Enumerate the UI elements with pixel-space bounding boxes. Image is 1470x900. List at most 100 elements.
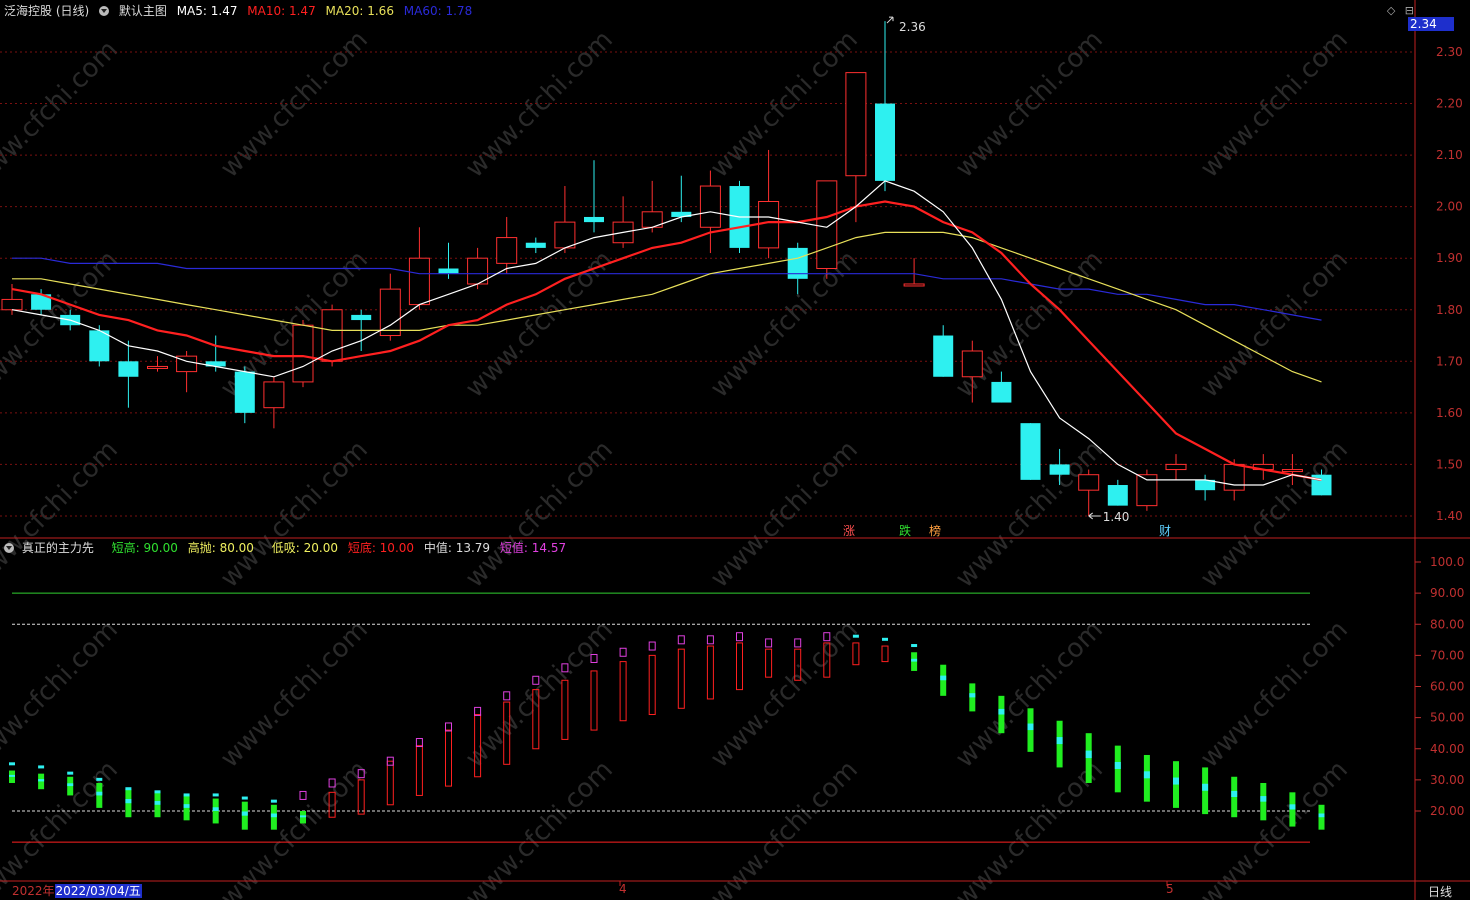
indicator-bar-accent (1056, 737, 1063, 745)
candle-body (263, 381, 285, 409)
mid-label: 中值: 13.79 (423, 541, 491, 555)
short-value-mark (241, 796, 248, 800)
collapse-icon[interactable]: ⊟ (1405, 4, 1414, 17)
current-price-tag: 2.34 (1408, 17, 1454, 31)
indicator-bars (9, 632, 1325, 830)
event-die[interactable]: 跌 (899, 522, 911, 539)
stock-chart[interactable]: www.cfchi.com www.cfchi.com www.cfchi.com w… (0, 0, 1470, 900)
short-value-mark (765, 638, 773, 648)
indicator-name[interactable]: 真正的主力先 (22, 541, 94, 555)
month-tick-5: 5 (1166, 882, 1174, 896)
indicator-bar-accent (1202, 783, 1209, 791)
candle-body (933, 335, 954, 377)
price-tick-label: 1.90 (1436, 251, 1463, 265)
indicator-bar-up (881, 645, 889, 663)
watermark-text: www.cfchi.com (460, 755, 619, 900)
short-value-mark (619, 647, 627, 657)
price-tick-label: 2.00 (1436, 200, 1463, 214)
indicator-tick-label: 100.0 (1430, 555, 1464, 569)
event-cai[interactable]: 财 (1159, 522, 1171, 539)
ma20-label: MA20: 1.66 (325, 4, 394, 18)
chart-name[interactable]: 默认主图 (119, 4, 167, 18)
indicator-bar-up (852, 642, 860, 666)
indicator-bar-up (677, 648, 685, 709)
candle-body (1020, 423, 1041, 480)
indicator-bar-accent (154, 801, 161, 805)
indicator-tick-label: 90.00 (1430, 586, 1464, 600)
watermark-text: www.cfchi.com (0, 435, 124, 594)
indicator-bar-accent (998, 708, 1005, 715)
diamond-icon[interactable]: ◇ (1387, 4, 1395, 17)
ma10-line (11, 200, 1322, 481)
indicator-bar-accent (969, 693, 976, 698)
candle-body (845, 72, 867, 177)
low-buy-label: 低吸: 20.00 (271, 541, 338, 555)
candle-body (961, 350, 983, 378)
price-tick-label: 1.80 (1436, 303, 1463, 317)
date-axis-start: 2022年2022/03/04/五 (12, 882, 142, 899)
short-value-mark (677, 635, 685, 645)
watermark-text: www.cfchi.com (460, 435, 619, 594)
event-bang[interactable]: 榜 (929, 522, 941, 539)
indicator-bar-up (415, 745, 423, 796)
short-value-mark (648, 641, 656, 651)
indicator-tick-label: 30.00 (1430, 773, 1464, 787)
candle-body (758, 200, 780, 249)
candle-body (496, 237, 518, 264)
indicator-bar-accent (911, 658, 918, 662)
indicator-bar-accent (1260, 796, 1267, 802)
indicator-bar-accent (241, 811, 248, 816)
candle-body (554, 221, 576, 249)
indicator-bar-accent (1318, 813, 1325, 818)
indicator-bar-accent (300, 815, 306, 818)
period-selector[interactable]: 日线 (1428, 883, 1452, 900)
candle-body (1, 298, 23, 311)
high-sell-label: 高抛: 80.00 (187, 541, 254, 555)
chart-menu-icon[interactable] (99, 6, 110, 16)
indicator-bar-down (154, 792, 161, 818)
indicator-bar-down (1085, 733, 1092, 783)
watermark-layer: www.cfchi.com www.cfchi.com www.cfchi.com w… (0, 25, 1354, 900)
short-value-mark (736, 632, 743, 642)
indicator-menu-icon[interactable] (4, 543, 14, 553)
watermark-text: www.cfchi.com (0, 35, 124, 194)
event-zhang[interactable]: 涨 (843, 522, 855, 539)
watermark-text: www.cfchi.com (1195, 245, 1354, 404)
watermark-text: www.cfchi.com (950, 25, 1109, 184)
indicator-bar-accent (270, 813, 277, 818)
indicator-bar-down (998, 695, 1005, 734)
watermark-text: www.cfchi.com (950, 245, 1109, 404)
ma60-label: MA60: 1.78 (403, 4, 473, 18)
short-value-mark (96, 777, 103, 781)
indicator-bar-up (386, 760, 394, 806)
short-value-mark (882, 637, 888, 641)
stock-title[interactable]: 泛海控股 (日线) (4, 4, 89, 18)
short-value-mark (706, 635, 714, 645)
short-value-mark (299, 790, 307, 800)
watermark-text: www.cfchi.com (0, 615, 124, 774)
short-val-label: 短值: 14.57 (499, 541, 567, 555)
short-value-mark (154, 790, 161, 794)
short-high-label: 短高: 90.00 (111, 541, 178, 555)
indicator-bar-accent (1085, 750, 1092, 759)
candle-body (1078, 474, 1100, 491)
watermark-text: www.cfchi.com (705, 435, 864, 594)
indicator-bar-accent (96, 791, 103, 796)
candle-body (1165, 463, 1187, 471)
low-arrow (1088, 512, 1101, 520)
watermark-text: www.cfchi.com (705, 245, 864, 404)
watermark-text: www.cfchi.com (1195, 755, 1354, 900)
watermark-text: www.cfchi.com (215, 615, 374, 774)
candle-body (903, 283, 925, 287)
indicator-tick-label: 50.00 (1430, 711, 1464, 725)
candle-body (351, 314, 372, 321)
watermark-text: www.cfchi.com (1195, 25, 1354, 184)
indicator-bar-accent (125, 799, 132, 804)
short-value-mark (38, 765, 45, 769)
indicator-bar-accent (212, 807, 219, 811)
candle-body (525, 242, 546, 248)
price-tick-label: 1.40 (1436, 509, 1463, 523)
indicator-bar-accent (1027, 723, 1034, 731)
candle-body (699, 185, 721, 228)
short-value-mark (852, 634, 859, 638)
